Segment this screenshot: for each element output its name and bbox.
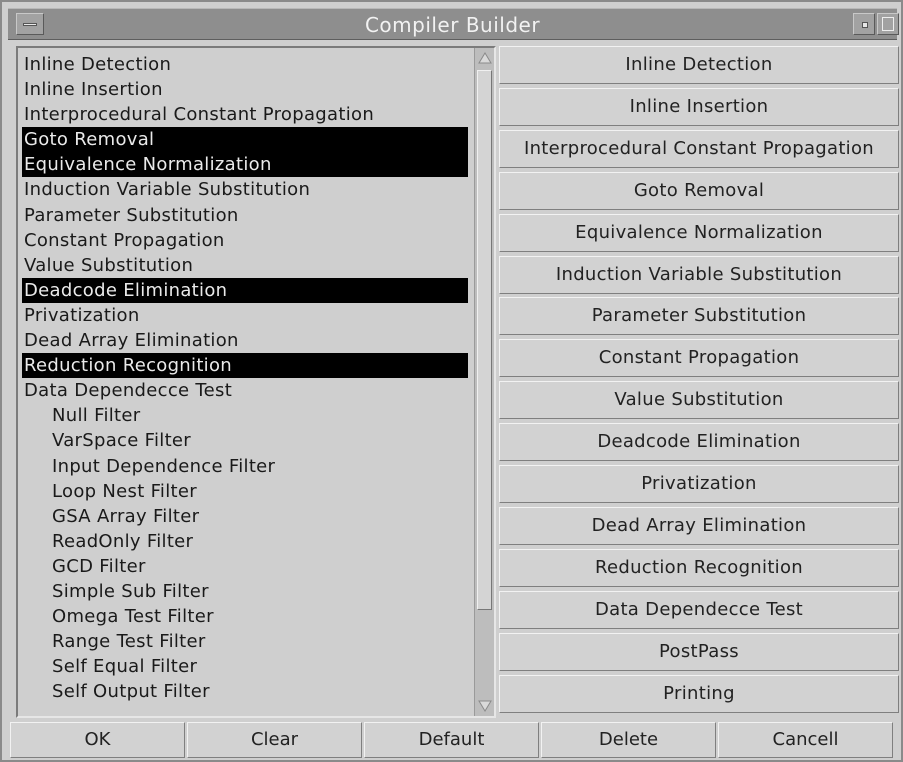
scroll-up-arrow-icon[interactable] bbox=[477, 50, 493, 66]
pass-list-item[interactable]: VarSpace Filter bbox=[22, 428, 468, 453]
pass-list-item[interactable]: Simple Sub Filter bbox=[22, 579, 468, 604]
pass-list-item[interactable]: Self Output Filter bbox=[22, 679, 468, 704]
title-bar[interactable]: Compiler Builder bbox=[8, 8, 899, 40]
pass-button[interactable]: Data Dependecce Test bbox=[499, 591, 899, 629]
delete-button[interactable]: Delete bbox=[541, 722, 716, 758]
pass-button[interactable]: Constant Propagation bbox=[499, 339, 899, 377]
pass-list-item[interactable]: Induction Variable Substitution bbox=[22, 177, 468, 202]
pass-list-item[interactable]: Loop Nest Filter bbox=[22, 479, 468, 504]
pass-list-item[interactable]: Null Filter bbox=[22, 403, 468, 428]
pass-button[interactable]: Inline Insertion bbox=[499, 88, 899, 126]
pass-list-item[interactable]: GCD Filter bbox=[22, 554, 468, 579]
pass-list-item[interactable]: Deadcode Elimination bbox=[22, 277, 468, 303]
pass-list-item[interactable]: Parameter Substitution bbox=[22, 203, 468, 228]
pass-button[interactable]: Goto Removal bbox=[499, 172, 899, 210]
pass-list-item[interactable]: Omega Test Filter bbox=[22, 604, 468, 629]
pass-button[interactable]: Printing bbox=[499, 675, 899, 713]
ok-button[interactable]: OK bbox=[10, 722, 185, 758]
pass-list-item[interactable]: Input Dependence Filter bbox=[22, 454, 468, 479]
pass-list[interactable]: Inline Detection Inline Insertion Interpro… bbox=[22, 52, 468, 704]
pass-list-item[interactable]: Inline Detection bbox=[22, 52, 468, 77]
pass-button[interactable]: Deadcode Elimination bbox=[499, 423, 899, 461]
pass-button[interactable]: Inline Detection bbox=[499, 46, 899, 84]
pass-list-item[interactable]: Self Equal Filter bbox=[22, 654, 468, 679]
maximize-icon[interactable] bbox=[877, 13, 899, 35]
cancel-button[interactable]: Cancell bbox=[718, 722, 893, 758]
pass-list-item[interactable]: GSA Array Filter bbox=[22, 504, 468, 529]
pass-list-item[interactable]: Data Dependecce Test bbox=[22, 378, 468, 403]
pass-button[interactable]: Induction Variable Substitution bbox=[499, 256, 899, 294]
pass-list-scrollbar[interactable] bbox=[474, 48, 494, 716]
compiler-builder-window: Compiler Builder Inline Detection Inline … bbox=[0, 0, 903, 762]
pass-list-item[interactable]: Inline Insertion bbox=[22, 77, 468, 102]
pass-button[interactable]: Value Substitution bbox=[499, 381, 899, 419]
pass-list-item[interactable]: Value Substitution bbox=[22, 253, 468, 278]
pass-button[interactable]: Parameter Substitution bbox=[499, 297, 899, 335]
clear-button[interactable]: Clear bbox=[187, 722, 362, 758]
pass-button[interactable]: Interprocedural Constant Propagation bbox=[499, 130, 899, 168]
pass-button[interactable]: PostPass bbox=[499, 633, 899, 671]
pass-list-item[interactable]: Range Test Filter bbox=[22, 629, 468, 654]
pass-list-item[interactable]: Reduction Recognition bbox=[22, 353, 468, 379]
pass-button[interactable]: Privatization bbox=[499, 465, 899, 503]
pass-button[interactable]: Equivalence Normalization bbox=[499, 214, 899, 252]
window-title: Compiler Builder bbox=[364, 13, 541, 37]
pass-button[interactable]: Reduction Recognition bbox=[499, 549, 899, 587]
pass-list-item[interactable]: Goto Removal bbox=[22, 127, 468, 153]
pass-button[interactable]: Dead Array Elimination bbox=[499, 507, 899, 545]
dialog-button-bar: OK Clear Default Delete Cancell bbox=[10, 722, 895, 758]
pass-list-item[interactable]: Constant Propagation bbox=[22, 228, 468, 253]
pass-list-item[interactable]: ReadOnly Filter bbox=[22, 529, 468, 554]
minimize-icon[interactable] bbox=[853, 13, 875, 35]
scroll-down-arrow-icon[interactable] bbox=[477, 698, 493, 714]
pass-list-item[interactable]: Dead Array Elimination bbox=[22, 328, 468, 353]
pass-list-item[interactable]: Interprocedural Constant Propagation bbox=[22, 102, 468, 127]
default-button[interactable]: Default bbox=[364, 722, 539, 758]
scroll-thumb[interactable] bbox=[477, 70, 492, 610]
pass-list-item[interactable]: Privatization bbox=[22, 303, 468, 328]
pass-list-item[interactable]: Equivalence Normalization bbox=[22, 152, 468, 178]
pass-list-panel: Inline Detection Inline Insertion Interpro… bbox=[16, 46, 496, 718]
